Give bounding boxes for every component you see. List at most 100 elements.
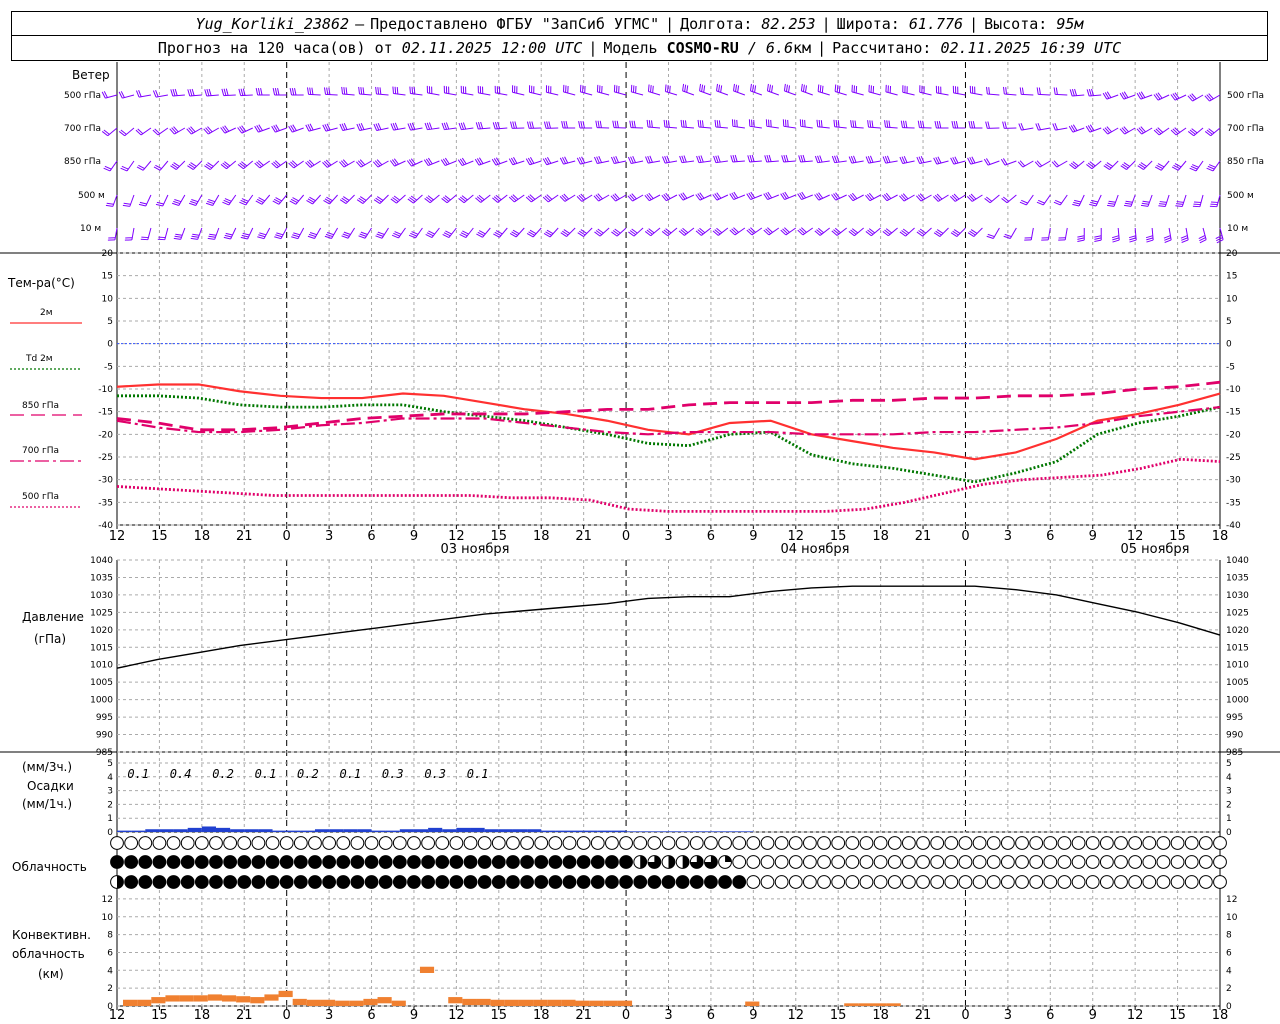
x-tick-label: 18 <box>533 1008 550 1023</box>
wind-barb-feather <box>360 231 368 235</box>
cloud-cover-symbol <box>986 855 1001 869</box>
cloud-cover-symbol <box>633 836 648 850</box>
wind-barb-feather <box>376 233 384 237</box>
cloud-cover-symbol <box>209 836 223 850</box>
precip-bar <box>696 831 711 832</box>
precip-bar <box>385 830 400 832</box>
cloud-cover-symbol <box>788 836 803 850</box>
convective-bar <box>335 1000 350 1006</box>
convective-bar <box>137 999 152 1006</box>
precip-bar <box>428 827 443 832</box>
cloud-cover-fill <box>294 875 308 889</box>
wind-barb-feather <box>1073 201 1081 205</box>
cloud-cover-symbol <box>110 836 124 850</box>
wind-barb-feather <box>651 120 653 128</box>
wind-barb-feather <box>1094 239 1102 243</box>
cloud-cover-symbol <box>463 836 478 850</box>
wind-barb-feather <box>684 84 687 92</box>
cloud-cover-symbol <box>1071 836 1086 850</box>
cloud-cover-fill <box>577 875 591 889</box>
cloud-cover-symbol <box>1170 836 1185 850</box>
cloud-cover-fill <box>237 875 251 889</box>
wind-barb-feather <box>612 120 615 128</box>
wind-barb-feather <box>1112 237 1120 241</box>
cloud-cover-symbol <box>1015 836 1029 850</box>
convective-bar <box>165 995 180 1002</box>
wind-barb-feather <box>718 84 721 92</box>
temperature-y-label: 10 <box>102 294 114 304</box>
cloud-cover-symbol <box>1057 875 1072 889</box>
temperature-y-label-right: 20 <box>1226 249 1238 259</box>
wind-barb-feather <box>441 122 445 130</box>
precip-bar <box>555 830 570 832</box>
precip-3h-label: 0.1 <box>255 767 277 781</box>
x-tick-label: 15 <box>830 529 847 544</box>
wind-panel-title: Ветер <box>72 68 110 82</box>
cloud-cover-symbol <box>534 836 549 850</box>
cloud-cover-symbol <box>1184 875 1199 889</box>
cloud-cover-fill <box>563 855 576 869</box>
cloud-cover-symbol <box>1099 836 1114 850</box>
precip-bar <box>159 829 174 832</box>
wind-barb-feather <box>900 120 903 128</box>
cloud-cover-symbol <box>293 836 308 850</box>
x-tick-label: 15 <box>830 1008 847 1023</box>
convective-bar <box>872 1003 887 1006</box>
wind-barb-feather <box>785 154 789 162</box>
wind-level-500hpa: 500 гПа <box>64 91 101 101</box>
cloud-cover-fill <box>365 855 378 869</box>
cloud-cover-symbol <box>435 836 450 850</box>
wind-barb-feather <box>835 119 838 128</box>
precip-bar <box>399 829 414 832</box>
x-tick-label: 12 <box>1127 529 1144 544</box>
precip-bar <box>668 831 683 832</box>
wind-barb-feather <box>769 84 771 92</box>
pressure-y-label: 1035 <box>90 573 113 583</box>
x-tick-label: 12 <box>787 529 804 544</box>
cloud-cover-fill <box>449 855 463 869</box>
wind-barb-feather <box>188 202 196 206</box>
wind-barb-feather <box>816 119 819 127</box>
wind-level-10m: 10 м <box>80 224 101 234</box>
pressure-y-label-right: 1020 <box>1226 626 1249 636</box>
wind-barb-feather <box>1094 237 1102 240</box>
cloud-cover-symbol <box>1142 855 1157 869</box>
cloud-cover-symbol <box>619 836 633 850</box>
convective-bar <box>533 999 548 1006</box>
temperature-y-label: 5 <box>107 317 113 327</box>
temperature-y-label: -5 <box>104 362 113 372</box>
wind-barb-feather <box>1146 237 1154 241</box>
wind-barb-feather <box>1003 235 1011 239</box>
wind-barb-feather <box>309 87 312 95</box>
cloud-cover-symbol <box>1142 875 1157 889</box>
pressure-y-label-right: 1025 <box>1226 608 1249 618</box>
cloud-cover-symbol <box>576 836 591 850</box>
wind-barb-feather <box>563 121 566 129</box>
cloud-cover-symbol <box>831 855 846 869</box>
cloud-cover-symbol <box>1114 836 1128 850</box>
cloud-cover-fill <box>506 875 520 889</box>
cloud-cover-symbol <box>972 855 987 869</box>
wind-barb-feather <box>413 87 416 95</box>
x-tick-label: 18 <box>872 529 889 544</box>
wind-barb-feather <box>1004 121 1007 129</box>
cloud-cover-symbol <box>194 836 209 850</box>
wind-barb-feather <box>242 232 250 236</box>
wind-barb-feather <box>426 122 431 130</box>
x-tick-label: 6 <box>1046 529 1054 544</box>
wind-barb-feather <box>341 235 349 239</box>
cloud-cover-fill <box>548 875 562 889</box>
precip-bar <box>456 827 471 832</box>
cloud-cover-fill <box>181 855 195 869</box>
precip-3h-label: 0.2 <box>297 767 319 781</box>
x-tick-label: 6 <box>367 1008 375 1023</box>
cloud-cover-symbol <box>845 855 860 869</box>
wind-barb-feather <box>238 88 242 96</box>
pressure-panel-unit: (гПа) <box>34 632 66 646</box>
convective-unit: (км) <box>38 967 64 981</box>
cloud-cover-symbol <box>1198 855 1213 869</box>
x-tick-label: 6 <box>707 529 715 544</box>
precip-3h-label: 0.4 <box>170 767 192 781</box>
wind-barb-feather <box>749 83 752 91</box>
wind-barb-feather <box>788 85 791 93</box>
